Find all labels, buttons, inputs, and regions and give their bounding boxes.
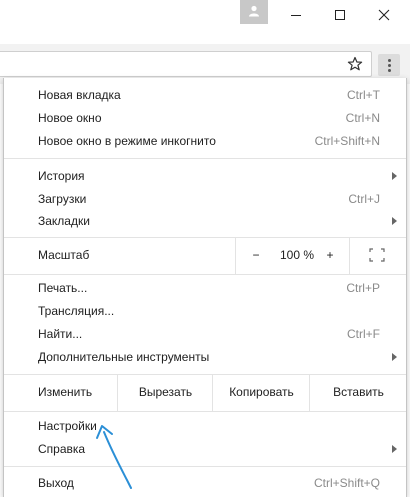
menu-item-shortcut: Ctrl+Shift+N bbox=[314, 134, 380, 148]
menu-item-shortcut: Ctrl+F bbox=[347, 327, 380, 341]
menu-item-label: Трансляция... bbox=[38, 304, 115, 318]
menu-item-label: Справка bbox=[38, 442, 86, 456]
submenu-arrow-icon bbox=[392, 353, 397, 361]
menu-item-shortcut: Ctrl+Shift+Q bbox=[313, 476, 380, 490]
cut-button[interactable]: Вырезать bbox=[117, 374, 213, 411]
menu-item-new-window[interactable]: Новое окно Ctrl+N bbox=[4, 106, 406, 130]
menu-item-label: Закладки bbox=[38, 214, 90, 228]
zoom-value: 100 % bbox=[279, 248, 315, 262]
edit-label: Изменить bbox=[38, 385, 93, 399]
menu-item-exit[interactable]: Выход Ctrl+Shift+Q bbox=[4, 471, 406, 495]
profile-button[interactable] bbox=[240, 0, 268, 24]
menu-separator bbox=[4, 466, 406, 467]
submenu-arrow-icon bbox=[392, 172, 397, 180]
menu-item-settings[interactable]: Настройки bbox=[4, 414, 406, 438]
minimize-icon bbox=[291, 15, 301, 16]
menu-item-shortcut: Ctrl+P bbox=[346, 281, 380, 295]
zoom-in-button[interactable]: + bbox=[322, 237, 338, 274]
three-dots-icon[interactable] bbox=[378, 54, 400, 76]
fullscreen-button[interactable] bbox=[349, 237, 408, 274]
zoom-out-button[interactable]: − bbox=[248, 237, 264, 274]
paste-button[interactable]: Вставить bbox=[309, 374, 407, 411]
annotation-arrow-icon bbox=[96, 425, 132, 489]
menu-item-label: Выход bbox=[38, 476, 74, 490]
menu-dot bbox=[388, 64, 391, 67]
menu-item-label: Найти... bbox=[38, 327, 83, 341]
menu-item-downloads[interactable]: Загрузки Ctrl+J bbox=[4, 187, 406, 211]
menu-item-history[interactable]: История bbox=[4, 164, 406, 188]
zoom-row: Масштаб − 100 % + bbox=[4, 237, 406, 274]
menu-item-new-tab[interactable]: Новая вкладка Ctrl+T bbox=[4, 83, 406, 107]
chrome-main-menu: Новая вкладка Ctrl+T Новое окно Ctrl+N Н… bbox=[3, 78, 407, 497]
person-icon bbox=[249, 5, 259, 17]
star-icon[interactable] bbox=[347, 56, 363, 72]
edit-row: Изменить Вырезать Копировать Вставить bbox=[4, 374, 406, 411]
menu-dot bbox=[388, 59, 391, 62]
menu-item-incognito[interactable]: Новое окно в режиме инкогнито Ctrl+Shift… bbox=[4, 129, 406, 153]
copy-button[interactable]: Копировать bbox=[212, 374, 310, 411]
menu-item-help[interactable]: Справка bbox=[4, 437, 406, 461]
menu-item-label: Новое окно в режиме инкогнито bbox=[38, 134, 216, 148]
menu-item-label: Новая вкладка bbox=[38, 88, 121, 102]
menu-item-bookmarks[interactable]: Закладки bbox=[4, 209, 406, 233]
zoom-label: Масштаб bbox=[38, 248, 90, 262]
menu-item-cast[interactable]: Трансляция... bbox=[4, 299, 406, 323]
maximize-icon bbox=[335, 10, 345, 20]
menu-separator bbox=[4, 411, 406, 412]
menu-item-label: История bbox=[38, 169, 85, 183]
menu-item-label: Новое окно bbox=[38, 111, 102, 125]
menu-separator bbox=[4, 274, 406, 275]
close-icon bbox=[378, 9, 390, 21]
submenu-arrow-icon bbox=[392, 445, 397, 453]
menu-separator bbox=[4, 158, 406, 159]
address-bar[interactable] bbox=[0, 51, 372, 77]
menu-item-label: Дополнительные инструменты bbox=[38, 350, 210, 364]
menu-item-shortcut: Ctrl+J bbox=[348, 192, 380, 206]
window-titlebar bbox=[0, 0, 410, 44]
menu-item-shortcut: Ctrl+T bbox=[347, 88, 380, 102]
menu-dot bbox=[388, 69, 391, 72]
close-button[interactable] bbox=[362, 3, 406, 27]
menu-item-label: Загрузки bbox=[38, 192, 87, 206]
submenu-arrow-icon bbox=[392, 217, 397, 225]
menu-item-more-tools[interactable]: Дополнительные инструменты bbox=[4, 345, 406, 369]
menu-item-label: Печать... bbox=[38, 281, 88, 295]
menu-item-find[interactable]: Найти... Ctrl+F bbox=[4, 322, 406, 346]
minimize-button[interactable] bbox=[274, 3, 318, 27]
menu-item-print[interactable]: Печать... Ctrl+P bbox=[4, 276, 406, 300]
maximize-button[interactable] bbox=[318, 3, 362, 27]
fullscreen-icon bbox=[369, 248, 385, 262]
zoom-controls: − 100 % + bbox=[235, 237, 407, 274]
menu-item-shortcut: Ctrl+N bbox=[345, 111, 380, 125]
